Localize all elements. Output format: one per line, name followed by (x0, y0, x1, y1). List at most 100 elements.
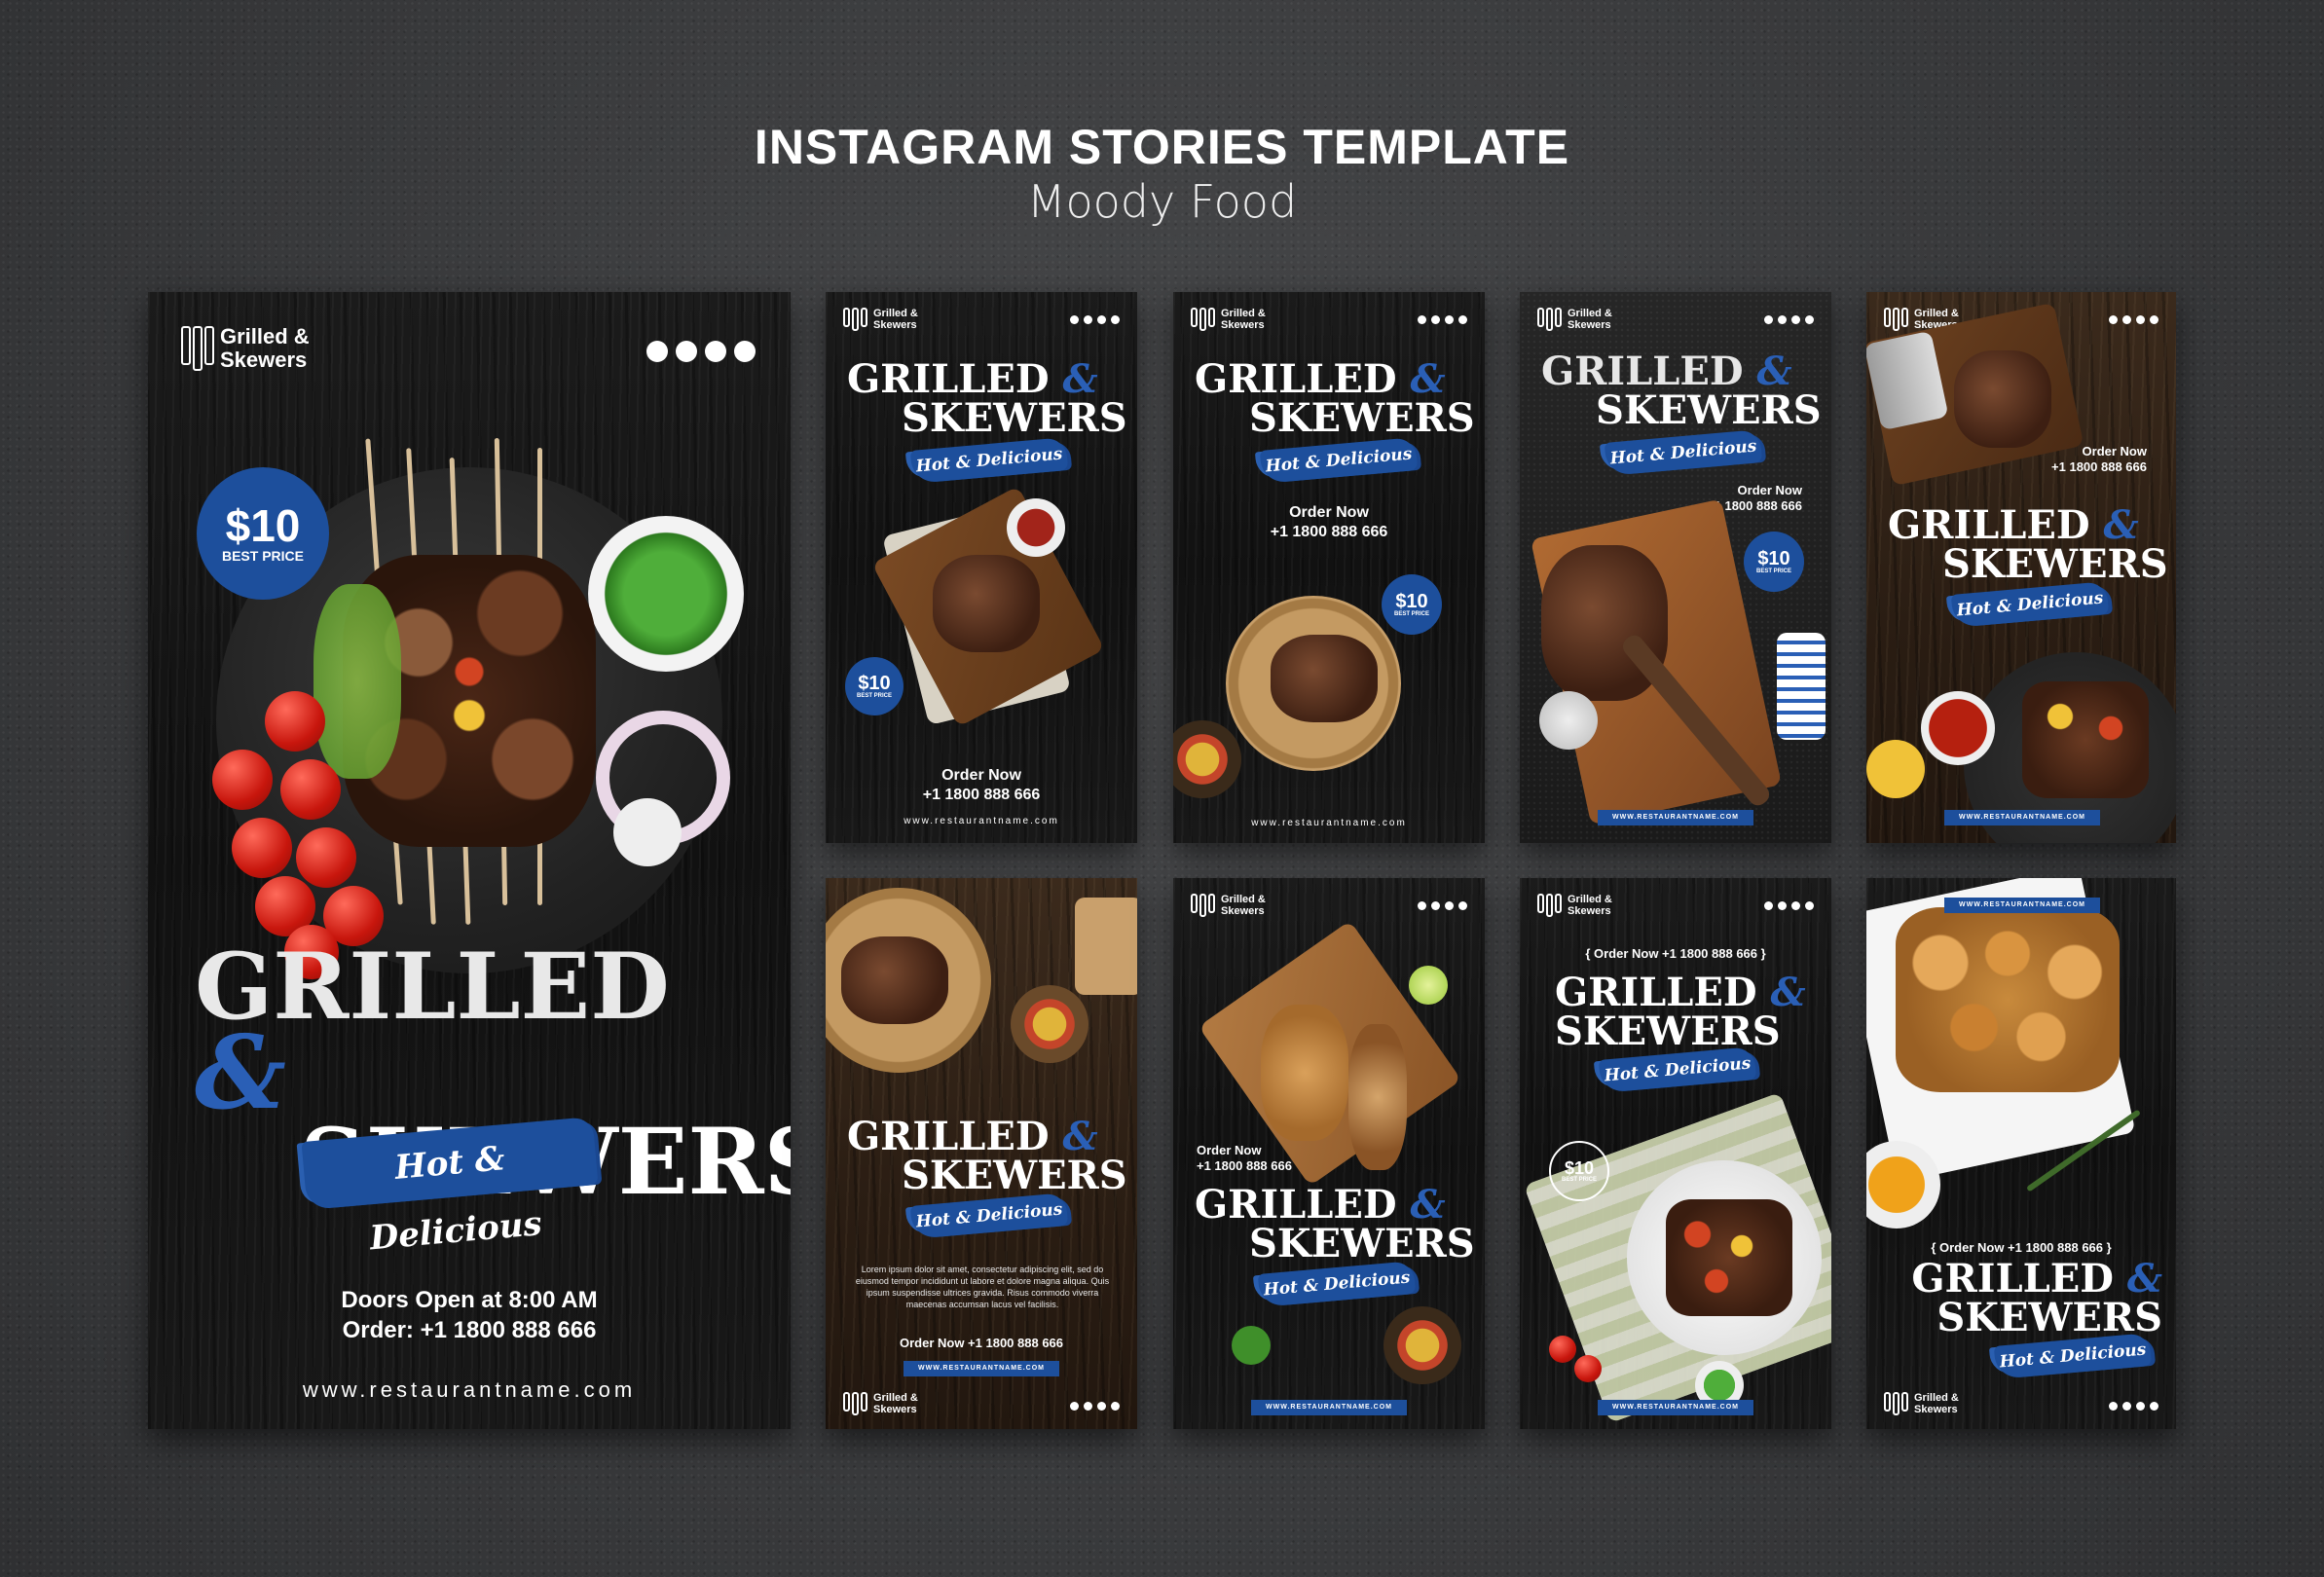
order-phone-text[interactable]: Order: +1 1800 888 666 (148, 1317, 791, 1344)
story-card-3[interactable]: Grilled & Skewers GRILLED & SKEWERS Hot &… (1173, 292, 1485, 843)
skewer-logo-icon (1884, 1392, 1908, 1415)
whatsapp-icon[interactable] (1805, 901, 1814, 910)
headline: GRILLED & SKEWERS (847, 1118, 1127, 1195)
story-card-4[interactable]: Grilled & Skewers GRILLED & SKEWERS Hot &… (1520, 292, 1831, 843)
website-pill[interactable]: WWW.RESTAURANTNAME.COM (1598, 810, 1753, 825)
website-link[interactable]: www.restaurantname.com (826, 816, 1137, 826)
instagram-icon[interactable] (1764, 315, 1773, 324)
instagram-icon[interactable] (1418, 901, 1426, 910)
price-badge: $10 BEST PRICE (1549, 1141, 1609, 1201)
twitter-icon[interactable] (1445, 315, 1454, 324)
facebook-icon[interactable] (1084, 315, 1092, 324)
skewer-logo-icon (843, 308, 867, 331)
whatsapp-icon[interactable] (1458, 315, 1467, 324)
facebook-icon[interactable] (2122, 315, 2131, 324)
instagram-icon[interactable] (1070, 1402, 1079, 1411)
whatsapp-icon[interactable] (1111, 315, 1120, 324)
website-link[interactable]: WWW.RESTAURANTNAME.COM (1612, 1404, 1739, 1411)
story-card-7[interactable]: Grilled & Skewers Order Now +1 1800 888 6… (1173, 878, 1485, 1429)
ketchup-bowl-image (1921, 691, 1995, 765)
order-now-text[interactable]: Order Now (2083, 444, 2147, 458)
price-label: BEST PRICE (856, 693, 892, 699)
website-link[interactable]: WWW.RESTAURANTNAME.COM (1959, 814, 2085, 821)
logo-line1: Grilled & (1914, 1392, 1959, 1404)
tomato-image (296, 827, 356, 888)
whatsapp-icon[interactable] (1805, 315, 1814, 324)
phone-text[interactable]: +1 1800 888 666 (1173, 524, 1485, 541)
website-pill[interactable]: WWW.RESTAURANTNAME.COM (1251, 1400, 1407, 1415)
facebook-icon[interactable] (1778, 901, 1787, 910)
twitter-icon[interactable] (705, 341, 726, 362)
logo-line1: Grilled & (1914, 308, 1959, 319)
website-link[interactable]: WWW.RESTAURANTNAME.COM (1959, 901, 2085, 908)
tagline-brush: Hot & Delicious (909, 437, 1069, 484)
website-pill[interactable]: WWW.RESTAURANTNAME.COM (1944, 810, 2100, 825)
skewer-logo-icon (1537, 308, 1562, 331)
story-card-2[interactable]: Grilled & Skewers GRILLED & SKEWERS Hot &… (826, 292, 1137, 843)
order-now-text[interactable]: Order Now (1173, 504, 1485, 522)
story-card-6[interactable]: GRILLED & SKEWERS Hot & Delicious Lorem … (826, 878, 1137, 1429)
order-now-phone-text[interactable]: { Order Now +1 1800 888 666 } (1520, 946, 1831, 961)
tagline: Hot & Delicious (1608, 436, 1758, 469)
logo-line1: Grilled & (1221, 894, 1266, 905)
twitter-icon[interactable] (1791, 901, 1800, 910)
facebook-icon[interactable] (2122, 1402, 2131, 1411)
instagram-icon[interactable] (1418, 315, 1426, 324)
order-now-text[interactable]: Order Now (1197, 1143, 1261, 1157)
order-now-phone-text[interactable]: { Order Now +1 1800 888 666 } (1866, 1240, 2176, 1255)
twitter-icon[interactable] (1791, 315, 1800, 324)
phone-text[interactable]: +1 1800 888 666 (1197, 1158, 1292, 1173)
price-badge: $10 BEST PRICE (1744, 532, 1804, 592)
story-card-9[interactable]: WWW.RESTAURANTNAME.COM { Order Now +1 18… (1866, 878, 2176, 1429)
instagram-icon[interactable] (1070, 315, 1079, 324)
whatsapp-icon[interactable] (2150, 315, 2158, 324)
order-now-text[interactable]: Order Now (826, 767, 1137, 785)
tomato-image (212, 750, 273, 810)
twitter-icon[interactable] (1097, 315, 1106, 324)
instagram-icon[interactable] (1764, 901, 1773, 910)
twitter-icon[interactable] (2136, 315, 2145, 324)
website-link[interactable]: WWW.RESTAURANTNAME.COM (918, 1365, 1045, 1372)
website-link[interactable]: WWW.RESTAURANTNAME.COM (1266, 1404, 1392, 1411)
website-pill[interactable]: WWW.RESTAURANTNAME.COM (904, 1361, 1059, 1376)
tagline-brush: Hot & Delicious (1259, 437, 1419, 484)
website-pill[interactable]: WWW.RESTAURANTNAME.COM (1598, 1400, 1753, 1415)
price-badge: $10 BEST PRICE (845, 657, 904, 715)
headline-line2: SKEWERS (902, 1153, 1127, 1198)
twitter-icon[interactable] (1097, 1402, 1106, 1411)
social-icons (1070, 315, 1120, 324)
instagram-icon[interactable] (646, 341, 668, 362)
facebook-icon[interactable] (1431, 315, 1440, 324)
headline: GRILLED & SKEWERS (847, 360, 1127, 438)
website-pill[interactable]: WWW.RESTAURANTNAME.COM (1944, 898, 2100, 913)
tagline-brush: Hot & Delicious (1950, 581, 2110, 628)
story-card-5[interactable]: Grilled & Skewers Order Now +1 1800 888 6… (1866, 292, 2176, 843)
order-now-text[interactable]: Order Now (1738, 483, 1802, 497)
headline: GRILLED & SKEWERS (1541, 352, 1822, 430)
website-link[interactable]: www.restaurantname.com (1173, 818, 1485, 828)
phone-text[interactable]: +1 1800 888 666 (826, 787, 1137, 804)
facebook-icon[interactable] (1778, 315, 1787, 324)
phone-text[interactable]: +1 1800 888 666 (2051, 459, 2147, 474)
website-link[interactable]: WWW.RESTAURANTNAME.COM (1612, 814, 1739, 821)
instagram-icon[interactable] (2109, 1402, 2118, 1411)
tagline: Hot & Delicious (914, 1199, 1064, 1232)
story-card-main[interactable]: Grilled & Skewers $10 BEST PRICE GRILLED … (148, 292, 791, 1429)
twitter-icon[interactable] (1445, 901, 1454, 910)
tomato-image (265, 691, 325, 752)
whatsapp-icon[interactable] (1458, 901, 1467, 910)
story-card-8[interactable]: Grilled & Skewers { Order Now +1 1800 888… (1520, 878, 1831, 1429)
tagline: Hot & Delicious (1264, 444, 1414, 477)
facebook-icon[interactable] (1431, 901, 1440, 910)
twitter-icon[interactable] (2136, 1402, 2145, 1411)
instagram-icon[interactable] (2109, 315, 2118, 324)
brand-logo: Grilled & Skewers (843, 308, 918, 331)
facebook-icon[interactable] (676, 341, 697, 362)
facebook-icon[interactable] (1084, 1402, 1092, 1411)
whatsapp-icon[interactable] (734, 341, 756, 362)
website-link[interactable]: www.restaurantname.com (148, 1377, 791, 1403)
whatsapp-icon[interactable] (2150, 1402, 2158, 1411)
whatsapp-icon[interactable] (1111, 1402, 1120, 1411)
grilled-eggplant-image (1348, 1024, 1407, 1170)
order-now-phone-text[interactable]: Order Now +1 1800 888 666 (826, 1336, 1137, 1350)
